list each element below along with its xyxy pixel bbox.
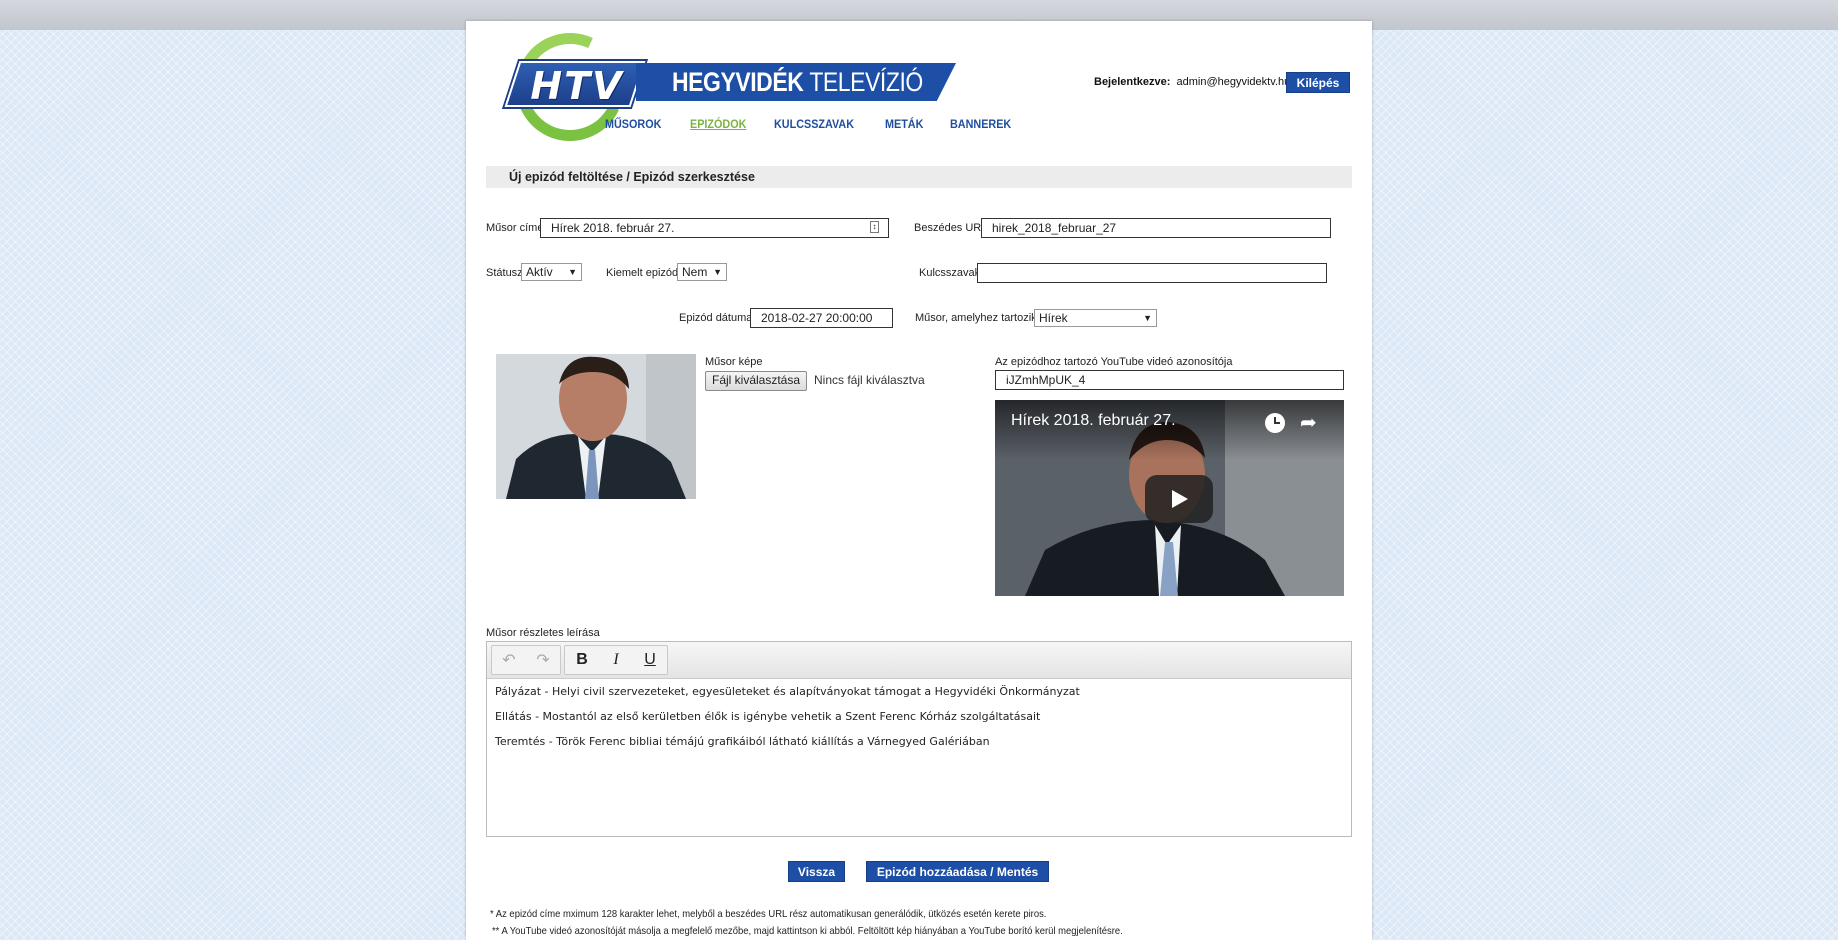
keywords-input[interactable] — [977, 263, 1327, 283]
section-title: Új epizód feltöltése / Epizód szerkeszté… — [486, 166, 1352, 188]
editor-content[interactable]: Pályázat - Helyi civil szervezeteket, eg… — [487, 679, 1351, 766]
show-select[interactable]: Hírek ▼ — [1034, 309, 1157, 327]
dropdown-arrow-icon: ▼ — [1143, 313, 1152, 323]
youtube-input[interactable]: iJZmhMpUK_4 — [995, 370, 1344, 390]
youtube-label: Az epizódhoz tartozó YouTube videó azono… — [995, 356, 1233, 368]
bold-icon[interactable]: B — [565, 646, 599, 674]
logout-button[interactable]: Kilépés — [1286, 72, 1350, 93]
thumbnail-image — [496, 354, 696, 499]
nav-kulcsszavak[interactable]: KULCSSZAVAK — [774, 117, 854, 131]
history-group: ↶ ↷ — [491, 645, 561, 675]
file-choose-button[interactable]: Fájl kiválasztása — [705, 371, 808, 391]
description-label: Műsor részletes leírása — [486, 627, 600, 639]
brand-name: HEGYVIDÉK TELEVÍZIÓ — [672, 67, 923, 98]
login-label: Bejelentkezve: — [1094, 76, 1171, 88]
editor-toolbar: ↶ ↷ B I U — [487, 642, 1351, 679]
nav-metak[interactable]: METÁK — [885, 117, 923, 131]
logo-text: HTV — [530, 64, 624, 108]
description-editor: ↶ ↷ B I U Pályázat - Helyi civil szervez… — [486, 641, 1352, 837]
status-select[interactable]: Aktív ▼ — [521, 263, 582, 281]
login-user: admin@hegyvidektv.hu — [1176, 76, 1291, 88]
date-input[interactable]: 2018-02-27 20:00:00 — [750, 308, 893, 328]
url-label: Beszédes URL — [914, 222, 988, 234]
nav-bannerek[interactable]: BANNEREK — [950, 117, 1011, 131]
nav-epizodok[interactable]: EPIZÓDOK — [690, 117, 746, 131]
image-label: Műsor képe — [705, 356, 763, 368]
title-label: Műsor címe — [486, 222, 544, 234]
url-input[interactable]: hirek_2018_februar_27 — [981, 218, 1331, 238]
show-value: Hírek — [1039, 311, 1068, 325]
description-line: Teremtés - Török Ferenc bibliai témájú g… — [495, 735, 990, 748]
title-input[interactable]: Hírek 2018. február 27. ↕ — [540, 218, 889, 238]
note-youtube: ** A YouTube videó azonosítóját másolja … — [492, 925, 1123, 937]
status-value: Aktív — [526, 265, 553, 279]
note-title-length: * Az epizód címe mximum 128 karakter leh… — [490, 908, 1047, 920]
date-label: Epizód dátuma — [679, 312, 753, 324]
save-button[interactable]: Epizód hozzáadása / Mentés — [866, 861, 1049, 882]
back-button[interactable]: Vissza — [788, 861, 845, 882]
description-line: Pályázat - Helyi civil szervezeteket, eg… — [495, 685, 1080, 698]
play-button[interactable] — [1145, 475, 1213, 523]
redo-icon[interactable]: ↷ — [526, 646, 560, 674]
password-manager-icon: ↕ — [870, 221, 879, 233]
brand-thin: TELEVÍZIÓ — [809, 67, 923, 97]
play-icon — [1172, 490, 1188, 508]
video-title: Hírek 2018. február 27. — [1011, 412, 1176, 429]
description-line: Ellátás - Mostantól az első kerületben é… — [495, 710, 1041, 723]
htv-logo[interactable]: HTV HEGYVIDÉK TELEVÍZIÓ — [466, 17, 966, 157]
file-status: Nincs fájl kiválasztva — [814, 373, 925, 387]
underline-icon[interactable]: U — [633, 646, 667, 674]
featured-label: Kiemelt epizód — [606, 267, 679, 279]
youtube-player[interactable]: Hírek 2018. február 27. ➦ — [995, 400, 1344, 596]
featured-value: Nem — [682, 265, 708, 279]
login-info: Bejelentkezve: admin@hegyvidektv.hu — [1094, 76, 1290, 88]
format-group: B I U — [564, 645, 668, 675]
watch-later-icon[interactable] — [1265, 413, 1285, 433]
dropdown-arrow-icon: ▼ — [568, 267, 577, 277]
main-nav: MŰSOROK EPIZÓDOK KULCSSZAVAK METÁK BANNE… — [605, 117, 1040, 131]
nav-musorok[interactable]: MŰSOROK — [605, 117, 661, 131]
keywords-label: Kulcsszavak — [919, 267, 981, 279]
undo-icon[interactable]: ↶ — [492, 646, 526, 674]
status-label: Státusz — [486, 267, 523, 279]
featured-select[interactable]: Nem ▼ — [677, 263, 727, 281]
title-value: Hírek 2018. február 27. — [551, 221, 675, 235]
show-label: Műsor, amelyhez tartozik — [915, 312, 1037, 324]
episode-thumbnail — [496, 354, 696, 499]
dropdown-arrow-icon: ▼ — [713, 267, 722, 277]
brand-bold: HEGYVIDÉK — [672, 67, 804, 97]
italic-icon[interactable]: I — [599, 646, 633, 674]
main-panel: HTV HEGYVIDÉK TELEVÍZIÓ MŰSOROK EPIZÓDOK… — [466, 17, 1372, 940]
share-icon[interactable]: ➦ — [1300, 410, 1317, 435]
